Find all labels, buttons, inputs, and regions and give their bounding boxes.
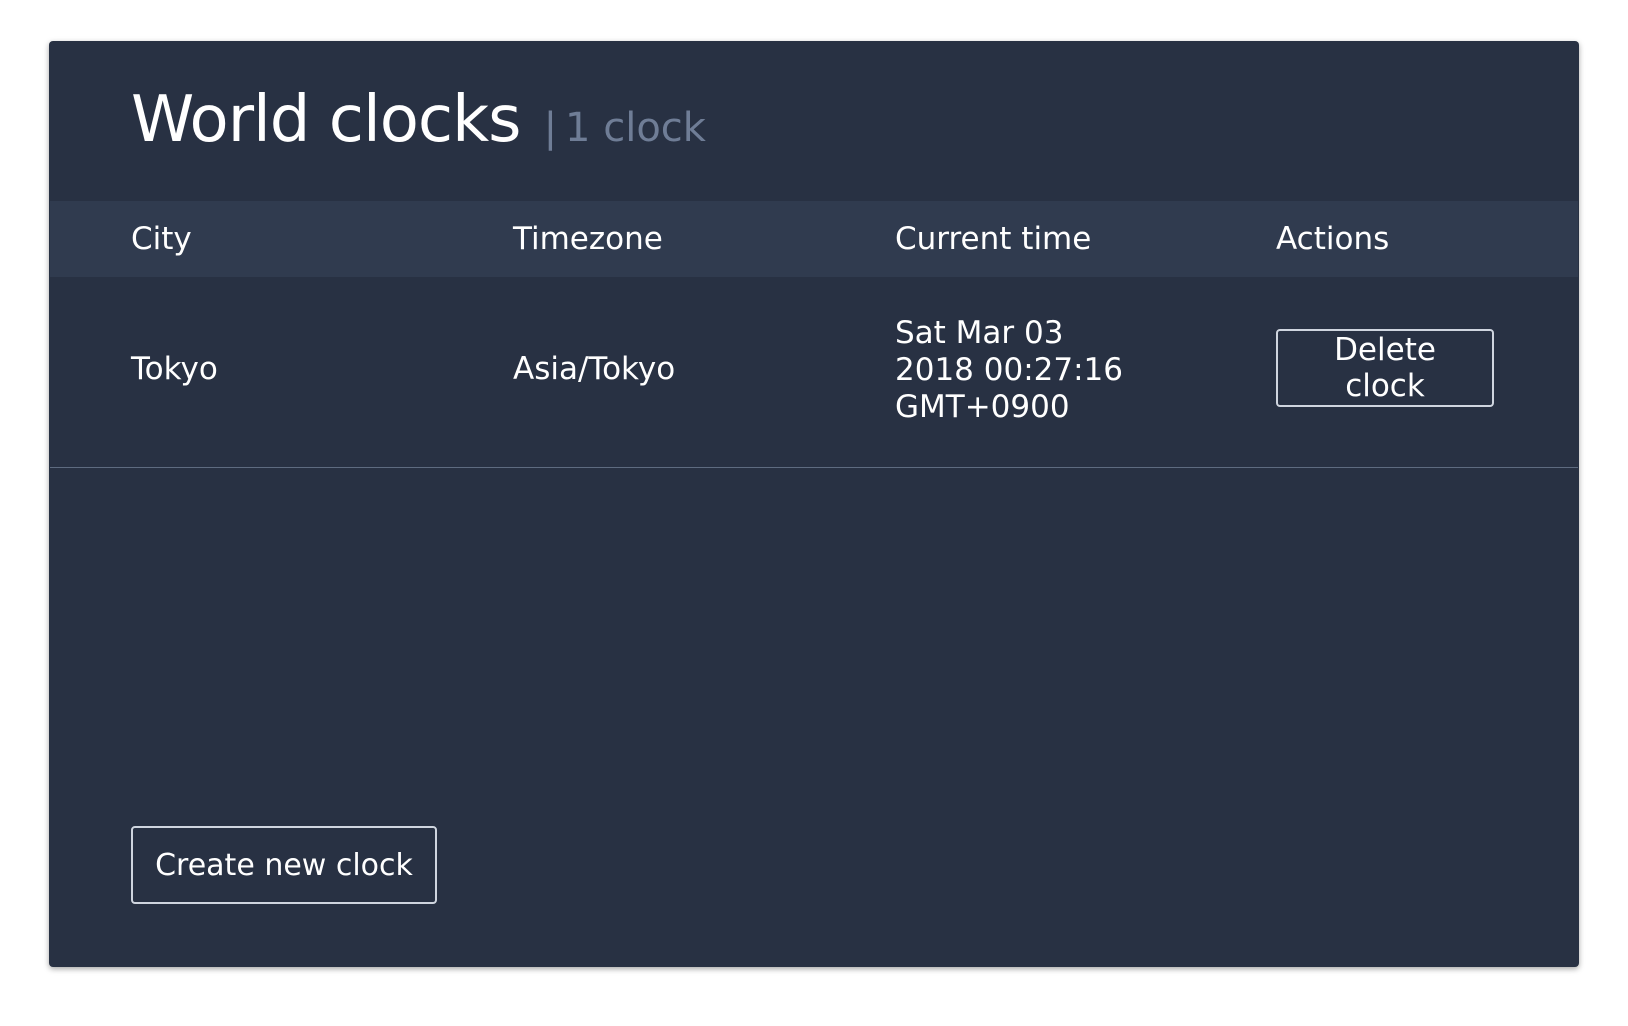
cell-timezone: Asia/Tokyo [513,351,676,387]
delete-clock-button[interactable]: Delete clock [1276,329,1494,407]
table-row: Tokyo Asia/Tokyo Sat Mar 03 2018 00:27:1… [50,277,1578,468]
clock-count: | 1 clock [544,105,706,151]
world-clocks-panel: World clocks | 1 clock City Timezone Curr… [49,41,1579,967]
column-header-current-time: Current time [895,221,1092,257]
table-header-row: City Timezone Current time Actions [50,201,1578,277]
cell-current-time: Sat Mar 03 2018 00:27:16 GMT+0900 [895,315,1123,425]
cell-city: Tokyo [131,351,218,387]
title-separator: | [543,105,558,151]
page-header: World clocks | 1 clock [131,83,706,157]
column-header-timezone: Timezone [513,221,663,257]
column-header-actions: Actions [1276,221,1390,257]
create-new-clock-button[interactable]: Create new clock [131,826,437,904]
clock-count-label: 1 clock [565,105,706,151]
page-title: World clocks [131,83,521,157]
column-header-city: City [131,221,192,257]
